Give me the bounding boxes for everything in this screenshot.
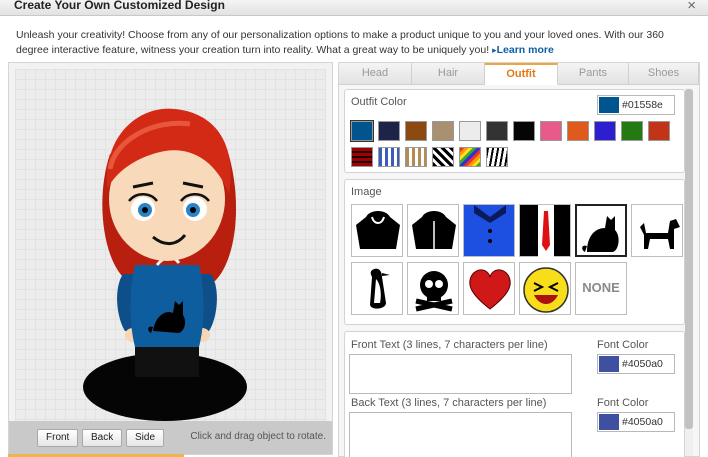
- tab-pants[interactable]: Pants: [558, 63, 629, 85]
- swatch-rainbow-stripe[interactable]: [459, 147, 481, 167]
- swatch-navy[interactable]: [378, 121, 400, 141]
- doll-figure: [83, 108, 247, 421]
- dog-icon[interactable]: [631, 204, 683, 257]
- back-font-color-label: Font Color: [597, 397, 649, 409]
- laughing-face-icon[interactable]: [519, 262, 571, 315]
- color-chip: [599, 356, 619, 372]
- swatch-royal-blue[interactable]: [594, 121, 616, 141]
- front-view-button[interactable]: Front: [37, 429, 79, 447]
- shirt-collar-icon[interactable]: [463, 204, 515, 257]
- scrollbar-thumb[interactable]: [685, 89, 693, 429]
- heart-icon[interactable]: [463, 262, 515, 315]
- hoodie-icon[interactable]: [351, 204, 403, 257]
- tab-shoes[interactable]: Shoes: [629, 63, 699, 85]
- swatch-tan-plaid[interactable]: [405, 147, 427, 167]
- suit-tie-icon[interactable]: [519, 204, 571, 258]
- text-section: Front Text (3 lines, 7 characters per li…: [344, 331, 685, 457]
- side-view-button[interactable]: Side: [126, 429, 165, 447]
- learn-more-link[interactable]: Learn more: [497, 44, 554, 56]
- front-font-color-label: Font Color: [597, 339, 649, 351]
- preview-panel: Front Back Side Click and drag object to…: [8, 62, 333, 455]
- skull-icon[interactable]: [407, 262, 459, 315]
- customization-panel: Head Hair Outfit Pants Shoes Outfit Colo…: [338, 62, 700, 457]
- swatch-green[interactable]: [621, 121, 643, 141]
- none-image-option[interactable]: NONE: [575, 262, 627, 315]
- 3d-preview-canvas[interactable]: [15, 69, 326, 421]
- image-label: Image: [351, 186, 382, 198]
- back-text-input[interactable]: [349, 412, 572, 457]
- front-text-input[interactable]: [349, 354, 572, 394]
- color-chip: [599, 414, 619, 430]
- back-text-label: Back Text (3 lines, 7 characters per lin…: [351, 397, 547, 409]
- tab-outfit[interactable]: Outfit: [485, 63, 558, 85]
- rotate-hint: Click and drag object to rotate.: [190, 431, 326, 442]
- swatch-blue-plaid[interactable]: [378, 147, 400, 167]
- swatch-charcoal[interactable]: [486, 121, 508, 141]
- swatch-black[interactable]: [513, 121, 535, 141]
- front-text-label: Front Text (3 lines, 7 characters per li…: [351, 339, 548, 351]
- tab-hair[interactable]: Hair: [412, 63, 485, 85]
- close-icon[interactable]: ×: [687, 0, 696, 14]
- outfit-color-field[interactable]: #01558e: [597, 95, 675, 115]
- swatch-houndstooth[interactable]: [432, 147, 454, 167]
- outfit-color-section: Outfit Color #01558e: [344, 89, 685, 173]
- swatch-zebra[interactable]: [486, 147, 508, 167]
- image-section: Image NONE: [344, 179, 685, 325]
- swatch-pink[interactable]: [540, 121, 562, 141]
- swatch-tan[interactable]: [432, 121, 454, 141]
- swatch-brown[interactable]: [405, 121, 427, 141]
- swatch-red[interactable]: [648, 121, 670, 141]
- dialog-title: Create Your Own Customized Design: [14, 0, 225, 12]
- front-font-color-field[interactable]: #4050a0: [597, 354, 675, 374]
- back-font-color-field[interactable]: #4050a0: [597, 412, 675, 432]
- view-controls: Front Back Side Click and drag object to…: [9, 421, 332, 454]
- swatch-white[interactable]: [459, 121, 481, 141]
- swatch-orange[interactable]: [567, 121, 589, 141]
- tab-bar: Head Hair Outfit Pants Shoes: [339, 63, 699, 85]
- back-font-color-value: #4050a0: [622, 416, 663, 428]
- intro-paragraph: Unleash your creativity! Choose from any…: [16, 29, 664, 56]
- penguin-icon[interactable]: [351, 262, 403, 315]
- back-view-button[interactable]: Back: [82, 429, 123, 447]
- intro-text: Unleash your creativity! Choose from any…: [16, 28, 696, 58]
- front-font-color-value: #4050a0: [622, 358, 663, 370]
- swatch-blue[interactable]: [350, 120, 374, 142]
- dialog-titlebar: Create Your Own Customized Design ×: [0, 0, 708, 16]
- none-label: NONE: [582, 280, 620, 295]
- zip-hoodie-icon[interactable]: [407, 204, 459, 257]
- color-chip: [599, 97, 619, 113]
- outfit-color-value: #01558e: [622, 99, 663, 111]
- outfit-color-label: Outfit Color: [351, 96, 407, 108]
- tab-head[interactable]: Head: [339, 63, 412, 85]
- swatch-red-plaid[interactable]: [351, 147, 373, 167]
- cat-icon[interactable]: [575, 204, 627, 257]
